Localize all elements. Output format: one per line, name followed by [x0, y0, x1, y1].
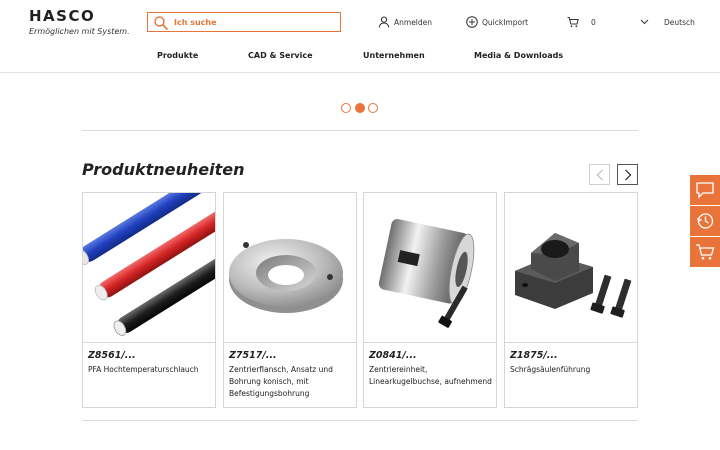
- product-description: PFA Hochtemperaturschlauch: [88, 365, 199, 374]
- language-label: Deutsch: [664, 17, 695, 27]
- nav-item-media-downloads[interactable]: Media & Downloads: [474, 51, 563, 60]
- login-label: Anmelden: [394, 17, 433, 27]
- carousel-dot-1[interactable]: [341, 103, 351, 113]
- login-link[interactable]: Anmelden: [378, 14, 432, 30]
- language-selector[interactable]: Deutsch: [640, 14, 695, 30]
- product-code: Z8561/...: [88, 350, 136, 361]
- quickimport-label: QuickImport: [482, 17, 529, 27]
- product-image-angle-pin-guide: [505, 193, 637, 343]
- carousel-dot-2[interactable]: [354, 103, 365, 113]
- product-code: Z1875/...: [510, 350, 558, 361]
- cart-side-button[interactable]: [690, 237, 720, 267]
- nav-item-cad-service[interactable]: CAD & Service: [248, 51, 313, 60]
- carousel-dot-3[interactable]: [368, 103, 378, 113]
- main-nav: Produkte CAD & Service Unternehmen Media…: [0, 51, 720, 65]
- chevron-down-icon: [640, 19, 649, 25]
- product-code: Z0841/...: [369, 350, 417, 361]
- logo-word: HASCO: [29, 7, 96, 25]
- chat-button[interactable]: [690, 175, 720, 205]
- divider-bottom: [82, 420, 638, 421]
- search-input[interactable]: [174, 15, 334, 30]
- product-card[interactable]: Z1875/... Schrägsäulenführung: [504, 192, 638, 408]
- product-description: Schrägsäulenführung: [510, 365, 591, 374]
- site-header: HASCO Ermöglichen mit System. Anmelden Q…: [0, 0, 720, 73]
- carousel-dots: [341, 103, 382, 113]
- chevron-right-icon: [624, 169, 631, 180]
- cart-count: 0: [591, 17, 596, 27]
- cart-link[interactable]: 0: [567, 14, 596, 30]
- search-box[interactable]: [147, 12, 341, 32]
- chat-icon: [696, 182, 714, 199]
- logo-tagline: Ermöglichen mit System.: [29, 27, 130, 36]
- chevron-left-icon: [596, 169, 603, 180]
- product-card[interactable]: Z7517/... Zentrierflansch, Ansatz und Bo…: [223, 192, 357, 408]
- hasco-logo[interactable]: HASCO Ermöglichen mit System.: [29, 7, 130, 37]
- nav-item-produkte[interactable]: Produkte: [157, 51, 198, 60]
- product-card[interactable]: Z8561/... PFA Hochtemperaturschlauch: [82, 192, 216, 408]
- product-description: Zentriereinheit, Linearkugelbuchse, aufn…: [369, 365, 492, 386]
- search-icon: [154, 16, 169, 31]
- history-button[interactable]: [690, 206, 720, 236]
- product-image-flange: [224, 193, 356, 343]
- product-code: Z7517/...: [229, 350, 277, 361]
- product-description: Zentrierflansch, Ansatz und Bohrung koni…: [229, 365, 333, 398]
- plus-circle-icon: [466, 16, 478, 28]
- product-card[interactable]: Z0841/... Zentriereinheit, Linearkugelbu…: [363, 192, 497, 408]
- nav-item-unternehmen[interactable]: Unternehmen: [363, 51, 425, 60]
- section-title: Produktneuheiten: [82, 160, 245, 179]
- carousel-next-button[interactable]: [617, 164, 638, 185]
- cart-icon: [567, 17, 579, 28]
- user-icon: [378, 16, 390, 28]
- carousel-prev-button[interactable]: [589, 164, 610, 185]
- cart-icon: [696, 244, 715, 260]
- product-image-tubes: [83, 193, 215, 343]
- history-icon: [696, 213, 714, 229]
- divider-top: [82, 130, 638, 131]
- quickimport-link[interactable]: QuickImport: [466, 14, 528, 30]
- product-image-centering-unit: [364, 193, 496, 343]
